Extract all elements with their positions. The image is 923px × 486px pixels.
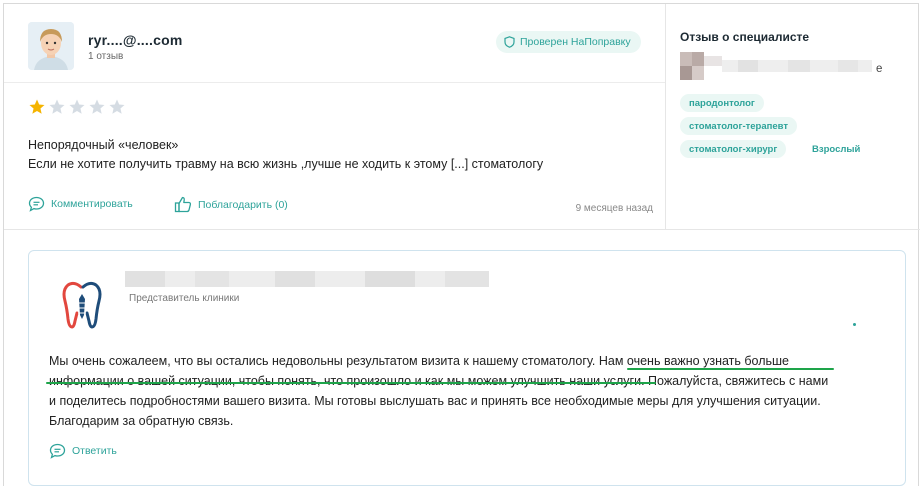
user-avatar-icon	[28, 22, 74, 70]
specialist-panel: Отзыв о специалисте е пародонтолог стома…	[666, 4, 920, 230]
star-empty-icon	[69, 99, 85, 114]
reply-label: Ответить	[72, 445, 117, 457]
clinic-role: Представитель клиники	[129, 293, 240, 304]
reply-line: и поделитесь подробностями вашего визита…	[49, 394, 821, 408]
reply-highlight: Нам очень важно узнать больше	[598, 354, 789, 368]
thumbs-up-icon	[174, 196, 192, 213]
highlight-underline	[46, 382, 656, 384]
clinic-name-redacted	[125, 269, 489, 289]
redacted-icon	[125, 271, 489, 287]
reply-button[interactable]: Ответить	[49, 443, 117, 459]
clinic-logo	[62, 279, 102, 331]
clinic-reply: Представитель клиники Мы очень сожалеем,…	[28, 250, 906, 486]
verified-label: Проверен НаПоправку	[520, 36, 631, 48]
review-title: Непорядочный «человек»	[28, 138, 179, 152]
avatar	[28, 22, 74, 70]
redacted-icon	[680, 52, 872, 80]
comment-icon	[49, 443, 66, 459]
comment-icon	[28, 196, 45, 212]
tooth-logo-icon	[62, 281, 102, 329]
review-time: 9 месяцев назад	[575, 203, 653, 214]
reply-text: Мы очень сожалеем, что вы остались недов…	[49, 351, 889, 431]
verified-badge: Проверен НаПоправку	[496, 31, 641, 53]
specialty-tag[interactable]: пародонтолог	[680, 94, 764, 112]
review-text: Если не хотите получить травму на всю жи…	[28, 157, 544, 171]
reply-line-2b: Пожалуйста, свяжитесь с нами	[644, 374, 829, 388]
review-section: ryr....@....com 1 отзыв Проверен НаПопра…	[4, 4, 666, 230]
comment-label: Комментировать	[51, 198, 133, 210]
rating-stars	[28, 98, 126, 116]
specialist-name-redacted	[678, 52, 874, 80]
review-header: ryr....@....com 1 отзыв Проверен НаПопра…	[4, 4, 665, 83]
shield-icon	[504, 36, 515, 48]
star-empty-icon	[89, 99, 105, 114]
star-empty-icon	[49, 99, 65, 114]
specialist-name-suffix: е	[876, 63, 883, 75]
specialist-panel-title: Отзыв о специалисте	[680, 30, 810, 44]
specialty-tag[interactable]: стоматолог-терапевт	[680, 117, 798, 135]
reply-line: Благодарим за обратную связь.	[49, 414, 234, 428]
status-dot	[853, 323, 856, 326]
user-name: ryr....@....com	[88, 32, 183, 48]
reply-highlight: информации о вашей ситуации, чтобы понят…	[49, 374, 645, 388]
comment-button[interactable]: Комментировать	[28, 196, 133, 212]
star-filled-icon	[29, 99, 45, 114]
thanks-label: Поблагодарить (0)	[198, 198, 288, 211]
thanks-button[interactable]: Поблагодарить (0)	[174, 196, 288, 213]
review-card: ryr....@....com 1 отзыв Проверен НаПопра…	[3, 3, 920, 486]
star-empty-icon	[109, 99, 125, 114]
reply-line-1a: Мы очень сожалеем, что вы остались недов…	[49, 354, 599, 368]
highlight-underline	[627, 368, 834, 370]
age-group-label: Взрослый	[812, 144, 861, 155]
review-count: 1 отзыв	[88, 51, 124, 62]
reply-line: информации о вашей ситуации, чтобы понят…	[49, 371, 889, 391]
specialty-tag[interactable]: стоматолог-хирург	[680, 140, 787, 158]
